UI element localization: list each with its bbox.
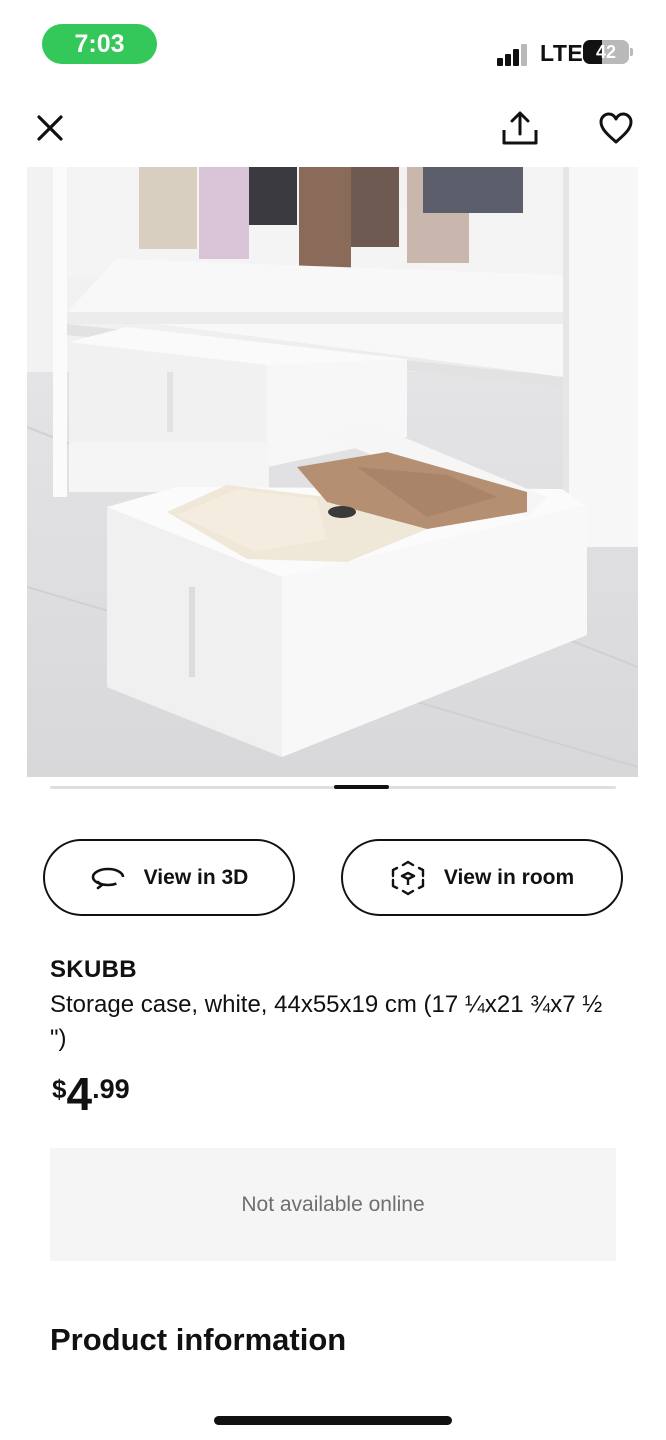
- price-currency: $: [52, 1074, 67, 1104]
- share-button[interactable]: [496, 104, 544, 152]
- view-in-room-label: View in room: [443, 865, 575, 889]
- battery-cap: [630, 48, 633, 56]
- cellular-signal-icon: [497, 42, 533, 66]
- availability-banner: Not available online: [50, 1148, 616, 1261]
- battery-icon: 42: [583, 40, 629, 64]
- home-indicator[interactable]: [214, 1416, 452, 1425]
- carousel-position-indicator: [334, 785, 389, 789]
- close-button[interactable]: [28, 106, 72, 150]
- battery-percentage: 42: [595, 41, 617, 62]
- price-whole: 4: [66, 1068, 93, 1120]
- product-information-heading[interactable]: Product information: [50, 1322, 346, 1358]
- status-bar: 7:03 LTE 42: [0, 0, 666, 90]
- status-time: 7:03: [42, 24, 157, 64]
- favorite-button[interactable]: [592, 104, 640, 152]
- storage-case-photo: [27, 167, 638, 777]
- price-decimal: .99: [92, 1074, 130, 1104]
- product-price: $ 4 .99: [52, 1068, 130, 1124]
- ar-cube-icon: [390, 860, 426, 896]
- view-in-3d-button[interactable]: View in 3D: [43, 839, 295, 916]
- carousel-track[interactable]: [50, 786, 616, 789]
- product-image[interactable]: [27, 167, 638, 777]
- heart-icon: [599, 112, 633, 144]
- network-type: LTE: [540, 40, 584, 66]
- close-icon: [37, 115, 63, 141]
- share-icon: [502, 111, 538, 145]
- rotate-3d-icon: [90, 860, 126, 896]
- product-description: Storage case, white, 44x55x19 cm (17 ¼x2…: [50, 991, 603, 1052]
- product-name: SKUBB: [50, 956, 137, 983]
- availability-text: Not available online: [241, 1192, 425, 1216]
- view-in-room-button[interactable]: View in room: [341, 839, 623, 916]
- view-in-3d-label: View in 3D: [143, 865, 249, 889]
